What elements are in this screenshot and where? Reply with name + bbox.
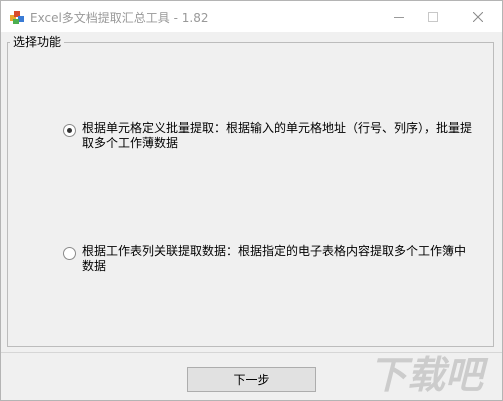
radio-button-unchecked[interactable] xyxy=(63,247,76,260)
maximize-button[interactable] xyxy=(416,1,450,32)
app-icon xyxy=(10,11,24,24)
option-cell-batch-extract[interactable]: 根据单元格定义批量提取：根据输入的单元格地址（行号、列序），批量提取多个工作薄数… xyxy=(63,121,474,151)
function-groupbox xyxy=(7,42,494,347)
divider xyxy=(1,352,502,353)
minimize-icon xyxy=(394,16,404,18)
window-title: Excel多文档提取汇总工具 - 1.82 xyxy=(30,11,209,25)
next-step-button[interactable]: 下一步 xyxy=(187,367,316,392)
app-window: Excel多文档提取汇总工具 - 1.82 选择功能 根据单元格定义批量提取：根… xyxy=(0,0,503,401)
watermark-logo: 下载吧 xyxy=(369,353,489,397)
svg-text:下载吧: 下载吧 xyxy=(369,353,489,397)
option-label: 根据工作表列关联提取数据：根据指定的电子表格内容提取多个工作簿中数据 xyxy=(82,244,467,273)
minimize-button[interactable] xyxy=(382,1,416,32)
option-column-link-extract[interactable]: 根据工作表列关联提取数据：根据指定的电子表格内容提取多个工作簿中数据 xyxy=(63,244,474,274)
close-icon xyxy=(473,11,483,22)
option-label: 根据单元格定义批量提取：根据输入的单元格地址（行号、列序），批量提取多个工作薄数… xyxy=(82,121,473,150)
title-bar[interactable]: Excel多文档提取汇总工具 - 1.82 xyxy=(1,1,502,32)
groupbox-title: 选择功能 xyxy=(10,35,65,49)
radio-button-checked[interactable] xyxy=(63,124,76,137)
close-button[interactable] xyxy=(461,1,495,32)
maximize-icon xyxy=(428,11,438,22)
